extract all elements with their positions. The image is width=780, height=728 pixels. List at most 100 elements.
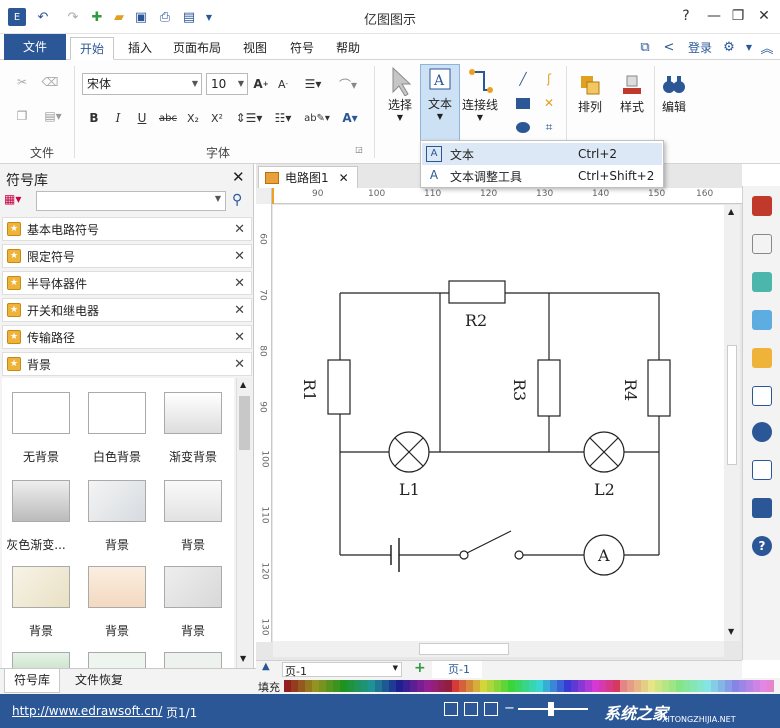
shadow-icon[interactable]	[752, 272, 772, 292]
cross-tool-icon[interactable]: ✕	[540, 94, 558, 112]
indent-icon[interactable]: ⇕☰▾	[234, 108, 264, 128]
scroll-up-icon[interactable]: ▲	[728, 207, 734, 216]
view-fit-icon[interactable]	[464, 702, 478, 716]
color-swatch[interactable]	[613, 680, 620, 692]
settings-dropdown-icon[interactable]: ▼	[740, 38, 758, 56]
tab-page-layout[interactable]: 页面布局	[166, 37, 228, 60]
website-link[interactable]: http://www.edrawsoft.cn/	[12, 704, 162, 718]
shape-thumb[interactable]	[88, 566, 146, 608]
library-menu-icon[interactable]: ▦▾	[4, 192, 32, 212]
library-item[interactable]: ★ 背景 ✕	[2, 352, 252, 376]
scroll-down-icon[interactable]: ▼	[240, 654, 246, 663]
scroll-thumb[interactable]	[727, 345, 737, 465]
search-icon[interactable]: ⚲	[232, 192, 242, 208]
close-icon[interactable]: ✕	[234, 357, 245, 372]
bold-icon[interactable]: B	[86, 108, 102, 128]
grow-font-icon[interactable]: A +	[252, 74, 270, 94]
close-panel-icon[interactable]: ✕	[232, 168, 245, 186]
horizontal-scrollbar[interactable]	[273, 641, 724, 657]
zoom-out-icon[interactable]: −	[504, 701, 515, 716]
color-swatch[interactable]	[368, 680, 375, 692]
color-swatch[interactable]	[480, 680, 487, 692]
shape-thumb[interactable]	[12, 480, 70, 522]
color-swatch[interactable]	[508, 680, 515, 692]
new-icon[interactable]: ✚	[88, 8, 106, 26]
curve-tool-icon[interactable]: ʃ	[540, 70, 558, 88]
connector-button[interactable]: 连接线 ▼	[460, 66, 500, 122]
color-swatch[interactable]	[725, 680, 732, 692]
tab-symbols[interactable]: 符号	[282, 37, 322, 60]
color-swatch[interactable]	[697, 680, 704, 692]
page-select[interactable]: 页-1 ▼	[282, 662, 402, 678]
page-tab[interactable]: 页-1	[432, 661, 482, 679]
color-swatch[interactable]	[326, 680, 333, 692]
open-icon[interactable]: ▰	[110, 8, 128, 26]
color-swatch[interactable]	[410, 680, 417, 692]
color-swatch[interactable]	[389, 680, 396, 692]
resistor-r3[interactable]	[537, 359, 561, 417]
shape-thumb[interactable]	[88, 480, 146, 522]
library-item[interactable]: ★ 传输路径 ✕	[2, 325, 252, 349]
vertical-scrollbar[interactable]: ▲ ▼	[724, 205, 740, 641]
shape-thumb[interactable]	[88, 392, 146, 434]
color-swatch[interactable]	[466, 680, 473, 692]
close-icon[interactable]: ✕	[234, 276, 245, 291]
close-icon[interactable]: ✕	[234, 330, 245, 345]
color-swatch[interactable]	[648, 680, 655, 692]
quick-access-menu-icon[interactable]: ▼	[200, 8, 218, 26]
color-swatch[interactable]	[543, 680, 550, 692]
scroll-up-icon[interactable]: ▲	[240, 380, 246, 389]
view-page-icon[interactable]	[444, 702, 458, 716]
share-icon[interactable]: <	[660, 38, 678, 56]
color-swatch[interactable]	[606, 680, 613, 692]
scroll-down-icon[interactable]: ▼	[728, 627, 734, 636]
menu-item-text-adjust[interactable]: A 文本调整工具 Ctrl+Shift+2	[422, 165, 662, 187]
superscript-icon[interactable]: X²	[208, 108, 226, 128]
format-painter-icon[interactable]: ⌫	[40, 72, 60, 92]
settings-gear-icon[interactable]: ⚙	[720, 38, 738, 56]
font-dialog-launcher-icon[interactable]: ◲	[354, 144, 364, 154]
close-tab-icon[interactable]: ✕	[339, 171, 349, 185]
lamp-l1[interactable]	[388, 431, 430, 473]
shape-thumb[interactable]	[88, 652, 146, 668]
undo-icon[interactable]: ↶	[34, 8, 52, 26]
line-tool-icon[interactable]: ╱	[514, 70, 532, 88]
text-tool-button[interactable]: A 文本 ▼	[420, 64, 460, 142]
color-swatch[interactable]	[718, 680, 725, 692]
color-swatch[interactable]	[494, 680, 501, 692]
italic-icon[interactable]: I	[110, 108, 126, 128]
redo-icon[interactable]: ↷	[64, 8, 82, 26]
color-swatch[interactable]	[564, 680, 571, 692]
color-swatch[interactable]	[641, 680, 648, 692]
shape-thumb[interactable]	[164, 392, 222, 434]
color-swatch[interactable]	[473, 680, 480, 692]
color-swatch[interactable]	[312, 680, 319, 692]
tab-home[interactable]: 开始	[70, 37, 114, 60]
add-page-icon[interactable]: +	[414, 660, 426, 676]
close-icon[interactable]: ✕	[234, 249, 245, 264]
color-swatch[interactable]	[347, 680, 354, 692]
color-swatch[interactable]	[585, 680, 592, 692]
color-swatch[interactable]	[515, 680, 522, 692]
color-swatch[interactable]	[382, 680, 389, 692]
color-swatch[interactable]	[487, 680, 494, 692]
color-swatch[interactable]	[767, 680, 774, 692]
select-button[interactable]: 选择 ▼	[382, 66, 418, 122]
shrink-font-icon[interactable]: A-	[274, 74, 292, 94]
tab-help[interactable]: 帮助	[328, 37, 368, 60]
library-item[interactable]: ★ 半导体器件 ✕	[2, 271, 252, 295]
color-swatch[interactable]	[459, 680, 466, 692]
color-swatch[interactable]	[340, 680, 347, 692]
color-swatch[interactable]	[424, 680, 431, 692]
color-swatch[interactable]	[403, 680, 410, 692]
color-swatch[interactable]	[634, 680, 641, 692]
page-properties-icon[interactable]	[752, 386, 772, 406]
line-style-icon[interactable]	[752, 234, 772, 254]
color-swatch[interactable]	[599, 680, 606, 692]
shape-thumb[interactable]	[12, 392, 70, 434]
color-swatch[interactable]	[592, 680, 599, 692]
color-swatch[interactable]	[291, 680, 298, 692]
cut-icon[interactable]: ✂	[12, 72, 32, 92]
color-swatch[interactable]	[669, 680, 676, 692]
circuit-diagram[interactable]: R2 R1 R3 R4 L1 L2 A	[273, 205, 724, 641]
